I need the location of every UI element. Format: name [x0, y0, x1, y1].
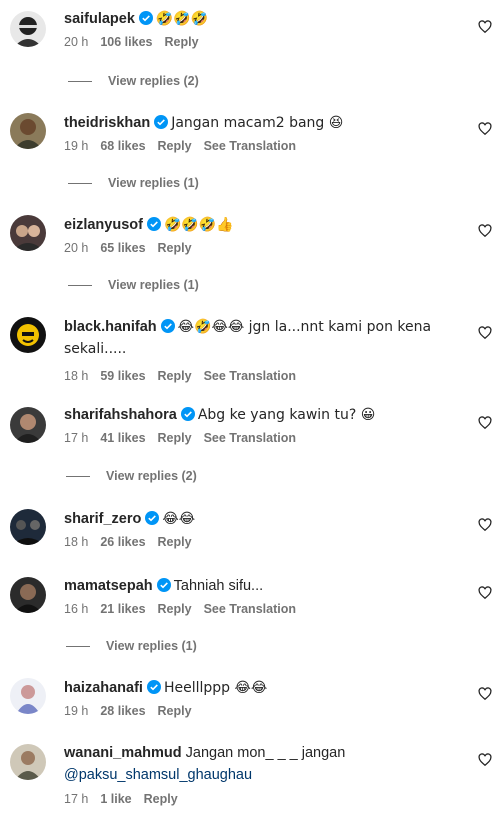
verified-badge-icon — [146, 680, 161, 694]
reply-button[interactable]: Reply — [164, 35, 198, 49]
view-replies-label: View replies (1) — [108, 176, 199, 190]
reply-button[interactable]: Reply — [158, 602, 192, 616]
see-translation-button[interactable]: See Translation — [204, 139, 296, 153]
avatar[interactable] — [10, 744, 46, 780]
comment-time: 18 h — [64, 535, 89, 549]
divider — [68, 80, 92, 82]
comment-text: Jangan mon_ _ _ jangan — [185, 745, 346, 761]
likes-count[interactable]: 65 likes — [100, 241, 145, 255]
verified-badge-icon — [160, 319, 175, 333]
comment-username[interactable]: black.hanifah — [64, 319, 157, 335]
comment-text: Abg ke yang kawin tu? 😀 — [197, 407, 376, 423]
verified-badge-icon — [138, 11, 153, 25]
likes-count[interactable]: 41 likes — [100, 431, 145, 445]
avatar[interactable] — [10, 509, 46, 545]
heart-icon[interactable] — [478, 586, 492, 600]
verified-badge-icon — [156, 578, 171, 592]
verified-badge-icon — [180, 407, 195, 421]
comment-text: Heelllppp 😂😂 — [163, 680, 268, 696]
comment-time: 17 h — [64, 431, 89, 445]
avatar[interactable] — [10, 11, 46, 47]
avatar[interactable] — [10, 577, 46, 613]
heart-icon[interactable] — [478, 122, 492, 136]
view-replies-label: View replies (1) — [106, 639, 197, 653]
reply-button[interactable]: Reply — [158, 139, 192, 153]
verified-badge-icon — [146, 217, 161, 231]
comment-time: 16 h — [64, 602, 89, 616]
heart-icon[interactable] — [478, 224, 492, 238]
likes-count[interactable]: 68 likes — [100, 139, 145, 153]
likes-count[interactable]: 59 likes — [100, 369, 145, 383]
divider — [66, 475, 90, 477]
comment-username[interactable]: sharifahshahora — [64, 407, 177, 423]
comment-text: Jangan macam2 bang 😆 — [171, 115, 344, 131]
see-translation-button[interactable]: See Translation — [204, 369, 296, 383]
comment-time: 19 h — [64, 139, 89, 153]
heart-icon[interactable] — [478, 753, 492, 767]
reply-button[interactable]: Reply — [158, 704, 192, 718]
comment-username[interactable]: wanani_mahmud — [64, 745, 182, 761]
comment-text: 🤣🤣🤣 — [155, 11, 209, 27]
heart-icon[interactable] — [478, 20, 492, 34]
avatar[interactable] — [10, 215, 46, 251]
heart-icon[interactable] — [478, 416, 492, 430]
reply-button[interactable]: Reply — [158, 431, 192, 445]
view-replies-button[interactable]: View replies (2) — [68, 74, 199, 88]
view-replies-button[interactable]: View replies (1) — [68, 176, 199, 190]
see-translation-button[interactable]: See Translation — [204, 431, 296, 445]
reply-button[interactable]: Reply — [144, 792, 178, 806]
heart-icon[interactable] — [478, 687, 492, 701]
view-replies-label: View replies (1) — [108, 278, 199, 292]
comment-time: 17 h — [64, 792, 89, 806]
verified-badge-icon — [145, 511, 160, 525]
comment-username[interactable]: saifulapek — [64, 11, 135, 27]
avatar[interactable] — [10, 113, 46, 149]
avatar[interactable] — [10, 317, 46, 353]
likes-count[interactable]: 1 like — [100, 792, 131, 806]
avatar[interactable] — [10, 678, 46, 714]
comment-text: 🤣🤣🤣👍 — [163, 217, 234, 233]
comment-username[interactable]: mamatsepah — [64, 578, 153, 594]
comment-time: 18 h — [64, 369, 89, 383]
reply-button[interactable]: Reply — [158, 369, 192, 383]
comment-time: 20 h — [64, 35, 89, 49]
avatar[interactable] — [10, 407, 46, 443]
comment-time: 20 h — [64, 241, 89, 255]
heart-icon[interactable] — [478, 326, 492, 340]
comment-username[interactable]: eizlanyusof — [64, 217, 143, 233]
likes-count[interactable]: 106 likes — [100, 35, 152, 49]
reply-button[interactable]: Reply — [158, 241, 192, 255]
verified-badge-icon — [154, 115, 169, 129]
view-replies-button[interactable]: View replies (2) — [66, 469, 197, 483]
mention-link[interactable]: @paksu_shamsul_ghaughau — [64, 767, 252, 783]
view-replies-label: View replies (2) — [108, 74, 199, 88]
likes-count[interactable]: 26 likes — [100, 535, 145, 549]
view-replies-label: View replies (2) — [106, 469, 197, 483]
view-replies-button[interactable]: View replies (1) — [68, 278, 199, 292]
comment-username[interactable]: theidriskhan — [64, 115, 150, 131]
reply-button[interactable]: Reply — [158, 535, 192, 549]
divider — [68, 284, 92, 286]
likes-count[interactable]: 21 likes — [100, 602, 145, 616]
comment-text: Tahniah sifu... — [173, 578, 264, 594]
divider — [68, 182, 92, 184]
likes-count[interactable]: 28 likes — [100, 704, 145, 718]
divider — [66, 645, 90, 647]
see-translation-button[interactable]: See Translation — [204, 602, 296, 616]
comment-text: 😂😂 — [162, 511, 196, 527]
view-replies-button[interactable]: View replies (1) — [66, 639, 197, 653]
comment-time: 19 h — [64, 704, 89, 718]
heart-icon[interactable] — [478, 518, 492, 532]
comment-username[interactable]: haizahanafi — [64, 680, 143, 696]
comment-username[interactable]: sharif_zero — [64, 511, 141, 527]
